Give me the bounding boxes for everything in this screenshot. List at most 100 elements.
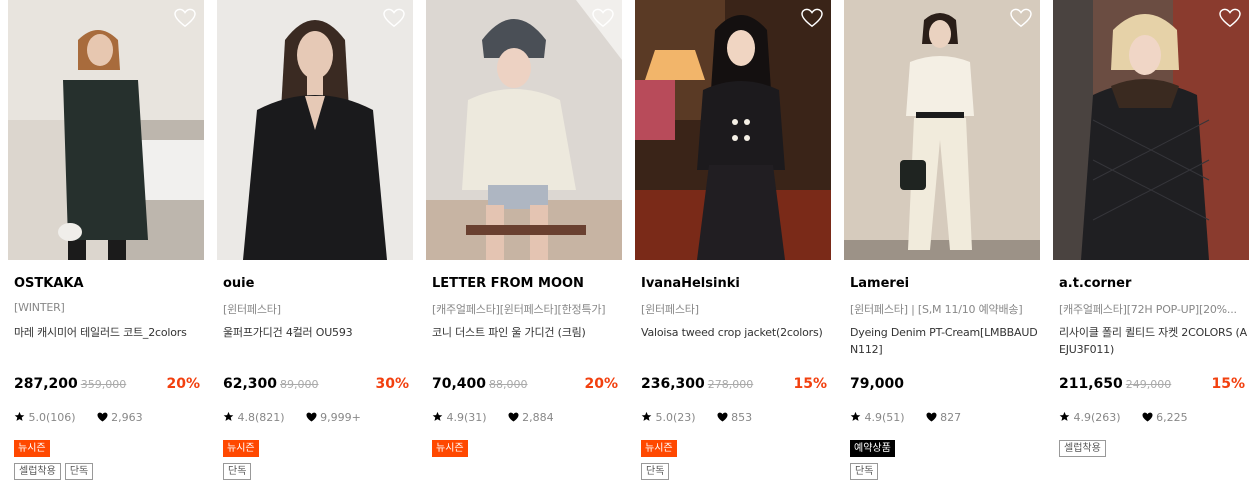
like-count: 853	[731, 411, 753, 424]
badge-new-season: 뉴시즌	[641, 440, 677, 457]
promo-tag: [윈터페스타] | [S,M 11/10 예약배송]	[850, 303, 1023, 316]
heart-filled-icon	[717, 412, 728, 422]
price: 79,000	[850, 376, 904, 392]
badge-celeb-worn: 셀럽착용	[1059, 440, 1106, 457]
price: 236,300 278,000	[641, 376, 753, 392]
promo-tag: [윈터페스타]	[223, 303, 281, 316]
badge-exclusive: 단독	[64, 463, 94, 480]
badge-row-secondary: 단독	[850, 459, 882, 480]
price: 62,300 89,000	[223, 376, 319, 392]
star-icon	[641, 411, 652, 421]
brand-name[interactable]: IvanaHelsinki	[641, 276, 740, 291]
heart-outline-icon[interactable]	[383, 8, 405, 28]
heart-filled-icon	[306, 412, 317, 422]
like-count: 2,884	[522, 411, 554, 424]
brand-name[interactable]: OSTKAKA	[14, 276, 84, 291]
badge-preorder: 예약상품	[850, 440, 895, 457]
brand-name[interactable]: a.t.corner	[1059, 276, 1131, 291]
product-card[interactable]: IvanaHelsinki [윈터페스타] Valoisa tweed crop…	[635, 0, 831, 492]
badge-row-secondary: 단독	[641, 459, 673, 480]
product-card[interactable]: Lamerei [윈터페스타] | [S,M 11/10 예약배송] Dyein…	[844, 0, 1040, 492]
heart-outline-icon[interactable]	[1010, 8, 1032, 28]
brand-name[interactable]: ouie	[223, 276, 254, 291]
sale-price: 79,000	[850, 376, 905, 392]
product-image[interactable]	[217, 0, 413, 260]
discount-rate: 30%	[375, 376, 409, 392]
rating: 4.9(51)	[864, 411, 905, 424]
rating-likes: 4.8(821) 9,999+	[223, 411, 361, 424]
rating-likes: 4.9(263) 6,225	[1059, 411, 1188, 424]
promo-tag: [캐주얼페스타][72H POP-UP][20%...	[1059, 303, 1237, 316]
sale-price: 62,300	[223, 376, 278, 392]
badge-row-primary: 뉴시즌	[223, 436, 263, 457]
product-card[interactable]: LETTER FROM MOON [캐주얼페스타][윈터페스타][한정특가] 코…	[426, 0, 622, 492]
rating-likes: 4.9(31) 2,884	[432, 411, 554, 424]
rating-likes: 4.9(51) 827	[850, 411, 961, 424]
rating: 5.0(23)	[655, 411, 696, 424]
badge-row-primary: 뉴시즌	[641, 436, 681, 457]
sale-price: 70,400	[432, 376, 487, 392]
rating-likes: 5.0(23) 853	[641, 411, 752, 424]
product-image[interactable]	[635, 0, 831, 260]
price: 287,200 359,000	[14, 376, 126, 392]
product-image[interactable]	[844, 0, 1040, 260]
star-icon	[14, 411, 25, 421]
rating: 4.8(821)	[237, 411, 285, 424]
badge-exclusive: 단독	[223, 463, 252, 480]
original-price: 89,000	[280, 378, 319, 391]
badge-exclusive: 단독	[641, 463, 670, 480]
rating: 4.9(31)	[446, 411, 487, 424]
star-icon	[223, 411, 234, 421]
badge-row-primary: 셀럽착용	[1059, 436, 1110, 457]
badge-new-season: 뉴시즌	[223, 440, 259, 457]
heart-outline-icon[interactable]	[801, 8, 823, 28]
rating: 4.9(263)	[1073, 411, 1121, 424]
badge-row-primary: 예약상품	[850, 436, 899, 457]
price: 70,400 88,000	[432, 376, 528, 392]
badge-row-secondary: 셀럽착용 단독	[14, 459, 97, 480]
star-icon	[850, 411, 861, 421]
heart-filled-icon	[97, 412, 108, 422]
product-title[interactable]: 울퍼프가디건 4컬러 OU593	[223, 324, 411, 341]
rating: 5.0(106)	[28, 411, 76, 424]
discount-rate: 20%	[584, 376, 618, 392]
product-title[interactable]: Dyeing Denim PT-Cream[LMBBAUDN112]	[850, 324, 1038, 358]
brand-name[interactable]: LETTER FROM MOON	[432, 276, 584, 291]
like-count: 6,225	[1156, 411, 1188, 424]
badge-celeb-worn: 셀럽착용	[14, 463, 61, 480]
discount-rate: 15%	[793, 376, 827, 392]
sale-price: 236,300	[641, 376, 705, 392]
rating-likes: 5.0(106) 2,963	[14, 411, 143, 424]
discount-rate: 20%	[166, 376, 200, 392]
product-title[interactable]: 마레 캐시미어 테일러드 코트_2colors	[14, 324, 202, 341]
star-icon	[432, 411, 443, 421]
promo-tag: [윈터페스타]	[641, 303, 699, 316]
heart-filled-icon	[1142, 412, 1153, 422]
product-title[interactable]: 코니 더스트 파인 울 가디건 (크림)	[432, 324, 620, 341]
heart-outline-icon[interactable]	[174, 8, 196, 28]
product-card[interactable]: OSTKAKA [WINTER] 마레 캐시미어 테일러드 코트_2colors…	[8, 0, 204, 492]
product-card[interactable]: a.t.corner [캐주얼페스타][72H POP-UP][20%... 리…	[1053, 0, 1249, 492]
like-count: 827	[940, 411, 962, 424]
product-image[interactable]	[1053, 0, 1249, 260]
badge-exclusive: 단독	[850, 463, 879, 480]
heart-outline-icon[interactable]	[1219, 8, 1241, 28]
original-price: 88,000	[489, 378, 528, 391]
promo-tag: [WINTER]	[14, 301, 65, 314]
product-title[interactable]: 리사이클 폴리 퀼티드 자켓 2COLORS (AEJU3F011)	[1059, 324, 1247, 358]
brand-name[interactable]: Lamerei	[850, 276, 909, 291]
product-image[interactable]	[8, 0, 204, 260]
badge-new-season: 뉴시즌	[432, 440, 468, 457]
discount-rate: 15%	[1211, 376, 1245, 392]
product-title[interactable]: Valoisa tweed crop jacket(2colors)	[641, 324, 829, 341]
product-card[interactable]: ouie [윈터페스타] 울퍼프가디건 4컬러 OU593 62,300 89,0…	[217, 0, 413, 492]
like-count: 2,963	[111, 411, 143, 424]
product-image[interactable]	[426, 0, 622, 260]
badge-row-primary: 뉴시즌	[432, 436, 472, 457]
original-price: 249,000	[1125, 378, 1172, 391]
heart-outline-icon[interactable]	[592, 8, 614, 28]
original-price: 359,000	[80, 378, 127, 391]
heart-filled-icon	[926, 412, 937, 422]
sale-price: 211,650	[1059, 376, 1123, 392]
badge-row-secondary: 단독	[223, 459, 255, 480]
